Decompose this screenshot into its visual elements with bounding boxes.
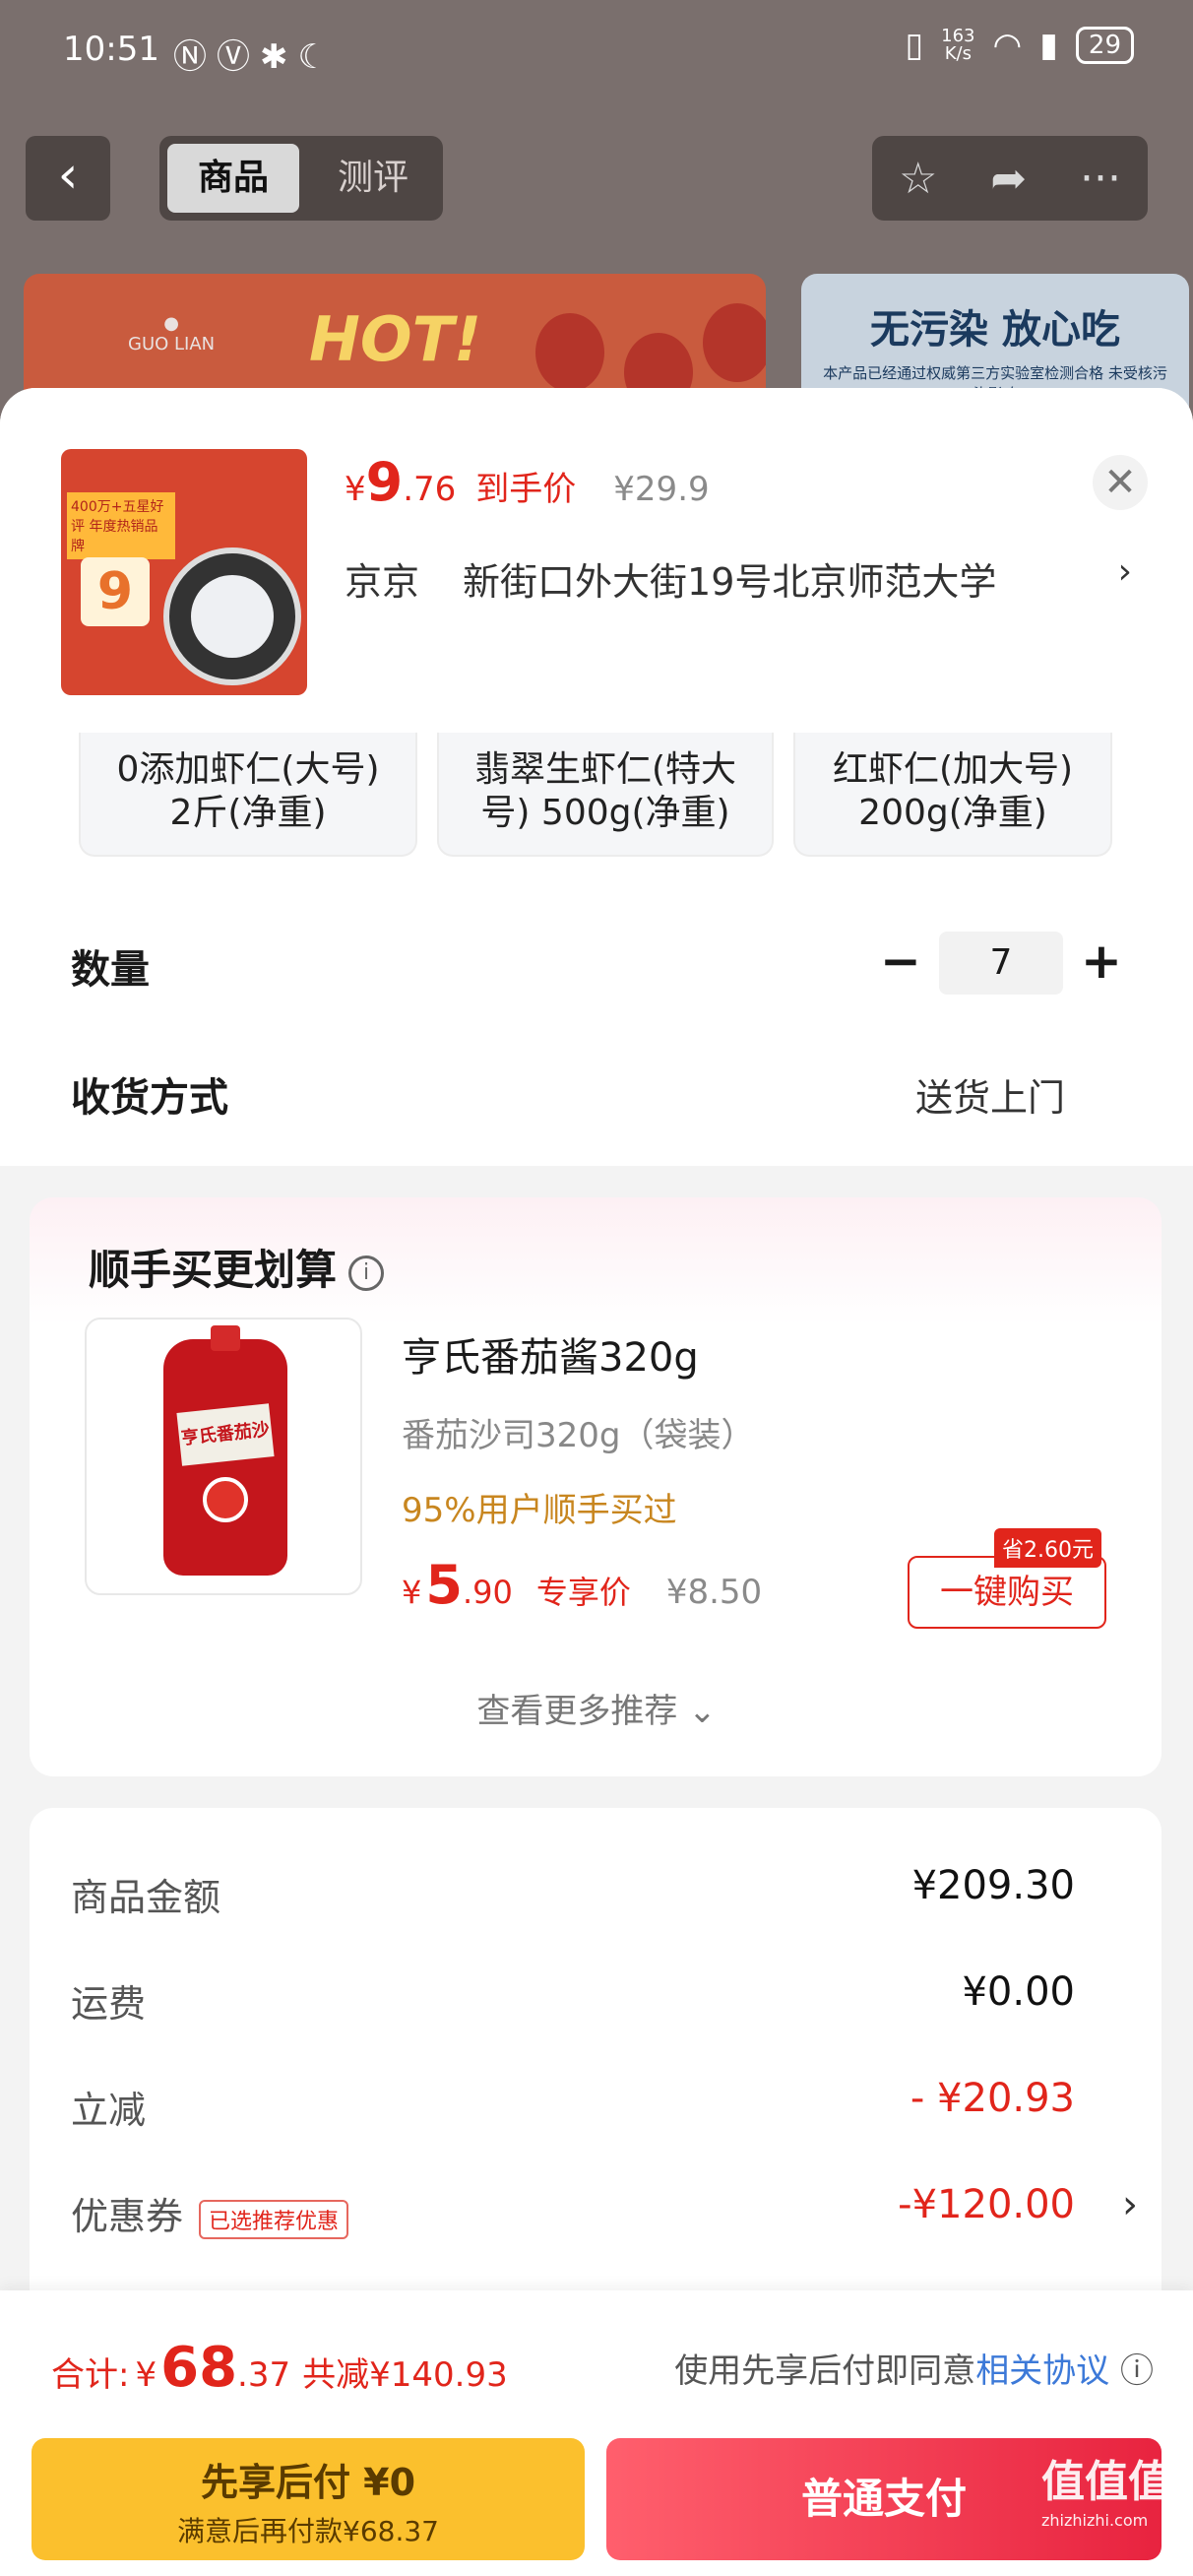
nav-actions: ☆ ➦ ··· xyxy=(872,136,1148,221)
variant-option[interactable]: 红虾仁(加大号) 200g(净重) xyxy=(793,733,1112,857)
coupon-label[interactable]: 优惠券 已选推荐优惠 xyxy=(71,2186,349,2240)
top-nav: ‹ 商品 测评 ☆ ➦ ··· xyxy=(0,136,1193,225)
final-price-tag: 到手价 xyxy=(475,470,577,509)
thumb-badge: 400万+五星好评 年度热销品牌 xyxy=(67,492,175,559)
thumb-number: 9 xyxy=(81,557,150,626)
subtotal-label: 商品金额 xyxy=(71,1876,221,1919)
final-price: 9 xyxy=(365,451,404,513)
price-row: ¥ 9 .76 到手价 ¥29.9 xyxy=(345,451,710,513)
discount-value: - ¥20.93 xyxy=(910,2076,1075,2121)
product-image[interactable]: 亨氏番茄沙司 xyxy=(85,1318,362,1595)
battery-icon: 29 xyxy=(1075,27,1134,64)
tab-group: 商品 测评 xyxy=(159,136,443,221)
address-row[interactable]: 京京 新街口外大街19号北京师范大学 › xyxy=(345,551,1132,606)
info-icon[interactable]: i xyxy=(348,1255,385,1291)
total-price: 68 xyxy=(160,2336,238,2400)
status-right: ▯ 163 K/s ◠ ▮ 29 xyxy=(905,26,1134,65)
sim-icon: ▮ xyxy=(1039,26,1058,65)
subtotal-value: ¥209.30 xyxy=(911,1863,1075,1908)
ketchup-pouch-image: 亨氏番茄沙司 xyxy=(163,1325,287,1576)
coupon-tag: 已选推荐优惠 xyxy=(199,2199,349,2239)
more-recommendations-link[interactable]: 查看更多推荐 ⌄ xyxy=(0,1684,1193,1732)
coupon-value[interactable]: -¥120.00 xyxy=(898,2182,1075,2227)
info-icon[interactable]: ⓘ xyxy=(1120,2351,1154,2391)
variant-option[interactable]: 翡翠生虾仁(特大 号) 500g(净重) xyxy=(437,733,774,857)
share-icon[interactable]: ➦ xyxy=(990,154,1027,204)
delivery-value[interactable]: 送货上门 xyxy=(915,1067,1065,1122)
variant-option[interactable]: 0添加虾仁(大号) 2斤(净重) xyxy=(79,733,417,857)
quantity-plus-button[interactable]: + xyxy=(1077,934,1126,993)
product-original-price: ¥8.50 xyxy=(665,1573,763,1612)
discount-label: 立减 xyxy=(71,2089,147,2132)
status-bar: 10:51 ⓃⓋ✱☾ ▯ 163 K/s ◠ ▮ 29 xyxy=(0,0,1193,98)
vibrate-icon: ▯ xyxy=(905,26,924,65)
original-price: ¥29.9 xyxy=(613,470,710,509)
chevron-right-icon: › xyxy=(1117,551,1132,592)
hot-label: HOT! xyxy=(309,303,482,375)
quantity-label: 数量 xyxy=(71,947,150,993)
agreement-link[interactable]: 相关协议 xyxy=(975,2351,1109,2391)
lantern-icon xyxy=(535,313,604,392)
more-icon[interactable]: ··· xyxy=(1080,154,1121,204)
quantity-minus-button[interactable]: − xyxy=(876,934,925,993)
wifi-icon: ◠ xyxy=(992,26,1023,65)
shipping-value: ¥0.00 xyxy=(962,1969,1075,2015)
net-speed: 163 K/s xyxy=(941,26,975,64)
product-spec: 番茄沙司320g（袋装） xyxy=(402,1416,755,1455)
address-detail: 新街口外大街19号北京师范大学 xyxy=(463,560,997,604)
brand-logo: ● GUO LIAN xyxy=(128,313,216,354)
product-price: ¥ 5 .90 专享价 ¥8.50 xyxy=(402,1554,763,1616)
total-savings: 共减¥140.93 xyxy=(302,2355,508,2395)
status-time: 10:51 xyxy=(63,30,159,69)
close-button[interactable]: ✕ xyxy=(1093,455,1148,510)
agreement-text: 使用先享后付即同意相关协议 ⓘ xyxy=(674,2351,1154,2391)
address-city: 京京 xyxy=(345,560,420,604)
total-row: 合计: ¥ 68 .37 共减¥140.93 xyxy=(51,2336,508,2400)
star-icon[interactable]: ☆ xyxy=(899,154,937,204)
product-thumbnail: 400万+五星好评 年度热销品牌 9 xyxy=(61,449,307,695)
status-icons: ⓃⓋ✱☾ xyxy=(173,37,338,77)
chevron-right-icon[interactable]: › xyxy=(1122,2182,1138,2227)
delivery-label: 收货方式 xyxy=(71,1075,228,1121)
watermark-logo: 值值值 zhizhizhi.com xyxy=(1041,2457,1171,2530)
tab-product[interactable]: 商品 xyxy=(167,144,299,213)
recommend-title: 顺手买更划算 i xyxy=(89,1237,385,1297)
save-badge: 省2.60元 xyxy=(994,1528,1101,1568)
back-button[interactable]: ‹ xyxy=(26,136,110,221)
shrimp-plate-image xyxy=(163,547,301,685)
shipping-label: 运费 xyxy=(71,1982,147,2026)
lantern-icon xyxy=(703,303,766,382)
quantity-input[interactable]: 7 xyxy=(939,932,1063,995)
pay-later-button[interactable]: 先享后付 ¥0 满意后再付款¥68.37 xyxy=(31,2438,585,2560)
product-popularity: 95%用户顺手买过 xyxy=(402,1491,677,1530)
tab-review[interactable]: 测评 xyxy=(307,144,439,213)
product-name[interactable]: 亨氏番茄酱320g xyxy=(402,1325,699,1383)
